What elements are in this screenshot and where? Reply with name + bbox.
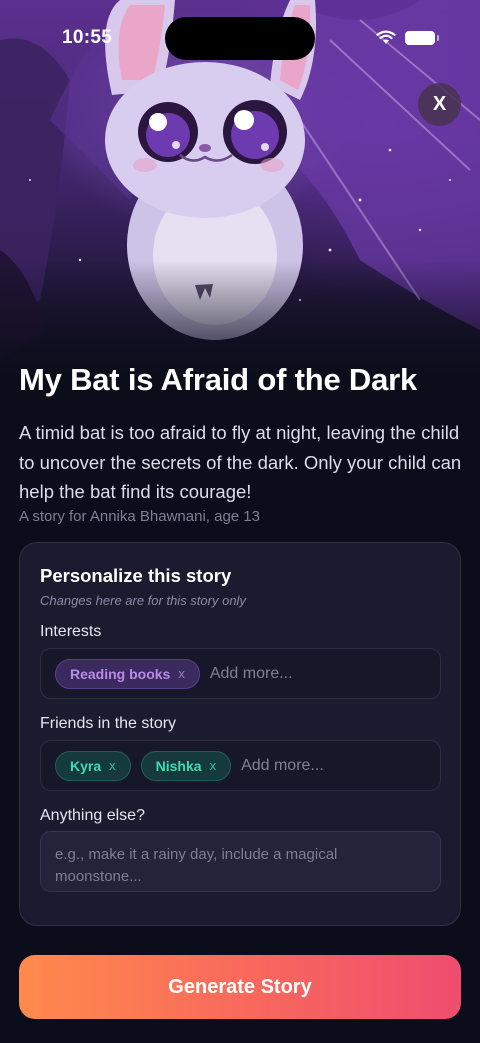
story-title: My Bat is Afraid of the Dark (19, 362, 418, 397)
dynamic-island (165, 17, 315, 60)
interests-field[interactable]: Reading books x Add more... (40, 648, 441, 699)
wifi-icon (376, 30, 396, 44)
personalize-subtitle: Changes here are for this story only (40, 593, 246, 608)
close-icon: X (432, 93, 447, 115)
personalize-card: Personalize this story Changes here are … (19, 542, 461, 926)
chip-remove-icon[interactable]: x (109, 758, 116, 773)
status-time: 10:55 (62, 27, 113, 48)
interests-add-more[interactable]: Add more... (210, 665, 293, 683)
friend-chip[interactable]: Nishka x (140, 750, 232, 781)
chip-remove-icon[interactable]: x (178, 666, 185, 681)
friends-add-more[interactable]: Add more... (241, 757, 324, 775)
friends-label: Friends in the story (40, 715, 177, 732)
story-recipient: A story for Annika Bhawnani, age 13 (19, 508, 260, 525)
anything-else-textarea[interactable]: e.g., make it a rainy day, include a mag… (40, 831, 441, 892)
chip-label: Kyra (70, 757, 102, 774)
chip-label: Reading books (70, 665, 171, 682)
friends-field[interactable]: Kyra x Nishka x Add more... (40, 740, 441, 791)
battery-icon (405, 31, 439, 45)
generate-story-button[interactable]: Generate Story (19, 955, 461, 1019)
anything-else-label: Anything else? (40, 807, 145, 824)
personalize-title: Personalize this story (40, 565, 232, 586)
hero-image (0, 0, 480, 400)
chip-remove-icon[interactable]: x (210, 758, 217, 773)
story-description: A timid bat is too afraid to fly at nigh… (19, 422, 462, 502)
friend-chip[interactable]: Kyra x (55, 750, 131, 781)
story-detail-screen: 10:55 X My Bat is Afraid of the Dark A t… (0, 0, 480, 1043)
chip-label: Nishka (155, 757, 202, 774)
interests-label: Interests (40, 623, 102, 640)
interest-chip[interactable]: Reading books x (55, 658, 200, 689)
close-button[interactable]: X (418, 83, 461, 126)
